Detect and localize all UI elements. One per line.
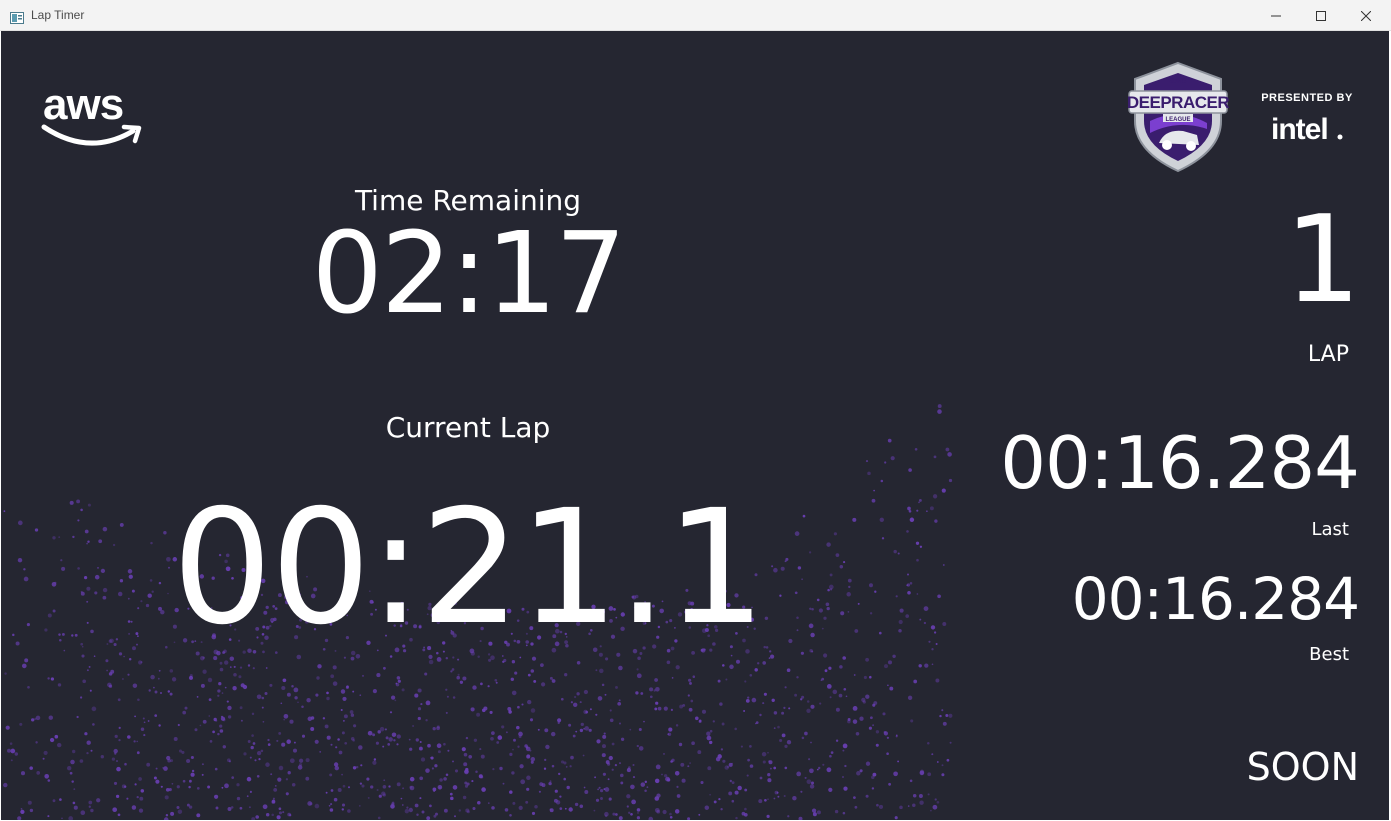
- maximize-icon: [1316, 10, 1326, 21]
- best-lap-label: Best: [1309, 644, 1349, 665]
- svg-text:aws: aws: [43, 83, 123, 129]
- app-icon: [10, 9, 24, 24]
- svg-text:intel: intel: [1271, 113, 1328, 146]
- current-lap-value: 00:21.1: [171, 476, 766, 660]
- maximize-button[interactable]: [1298, 0, 1344, 31]
- window-titlebar: Lap Timer: [0, 0, 1391, 31]
- aws-logo: aws: [41, 83, 142, 146]
- best-lap-time: 00:16.284: [1071, 565, 1360, 633]
- close-icon: [1361, 10, 1371, 21]
- close-button[interactable]: [1343, 0, 1389, 31]
- minimize-icon: [1271, 15, 1281, 16]
- last-lap-time: 00:16.284: [1000, 421, 1360, 505]
- current-lap-label: Current Lap: [385, 411, 551, 444]
- svg-text:DEEPRACER: DEEPRACER: [1127, 93, 1229, 112]
- intel-logo: intel: [1271, 113, 1343, 146]
- window-title: Lap Timer: [31, 8, 85, 22]
- last-lap-label: Last: [1311, 519, 1350, 540]
- svg-text:aws: aws: [1169, 75, 1186, 85]
- presented-by-label: PRESENTED BY: [1261, 92, 1353, 104]
- deepracer-league-logo: DEEPRACER aws LEAGUE: [1127, 61, 1230, 173]
- status-text: SOON: [1246, 745, 1359, 789]
- lap-label: LAP: [1307, 342, 1349, 367]
- time-remaining-value: 02:17: [311, 209, 627, 339]
- svg-text:LEAGUE: LEAGUE: [1165, 117, 1190, 123]
- minimize-button[interactable]: [1253, 0, 1299, 31]
- lap-count: 1: [1284, 191, 1361, 330]
- lap-timer-display: aws DEEPRACER aws LEAGUE PRESENTED BY in…: [1, 31, 1389, 820]
